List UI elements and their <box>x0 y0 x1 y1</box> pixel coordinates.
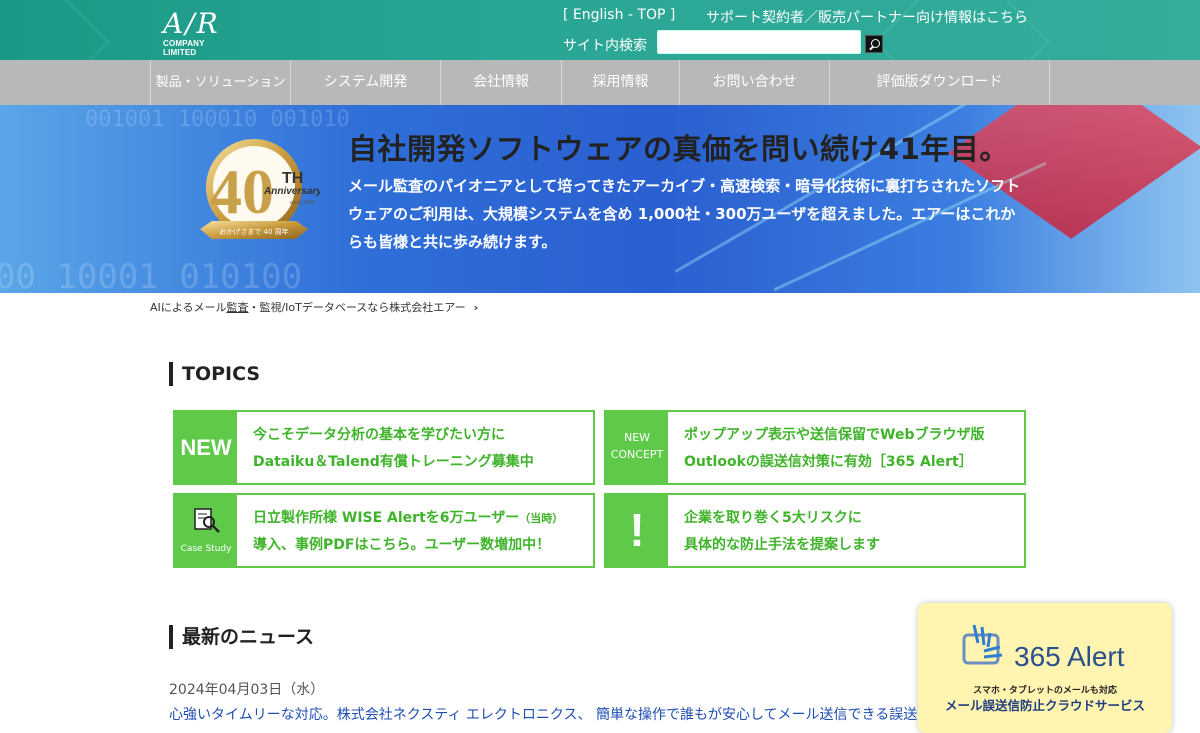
new-concept-label: NEW CONCEPT <box>606 412 668 483</box>
header-decoration <box>0 0 110 60</box>
badge-anniversary: Anniversary <box>263 186 320 197</box>
hero-title: 自社開発ソフトウェアの真価を問い続け41年目。 <box>348 132 1009 166</box>
nav-item-recruit[interactable]: 採用情報 <box>562 60 680 105</box>
nav-item-system-development[interactable]: システム開発 <box>291 60 441 105</box>
english-top-link[interactable]: [ English - TOP ] <box>563 7 675 23</box>
new-label: NEW <box>175 412 237 483</box>
breadcrumb-rest: ・監視/IoTデータベースなら株式会社エアー <box>248 301 466 314</box>
case-study-label: Case Study <box>175 495 237 566</box>
site-search-input[interactable] <box>657 30 861 54</box>
nav-item-contact[interactable]: お問い合わせ <box>680 60 830 105</box>
breadcrumb-link[interactable]: 監査 <box>226 301 248 314</box>
site-header: A/R COMPANY LIMITED [ English - TOP ] サポ… <box>0 0 1200 60</box>
topic-line: 具体的な防止手法を提案します <box>684 537 880 553</box>
topic-card[interactable]: NEW CONCEPT ポップアップ表示や送信保留でWebブラウザ版 Outlo… <box>604 410 1026 485</box>
news-heading: 最新のニュース <box>169 625 314 649</box>
badge-since: since 1983 <box>290 200 314 206</box>
topic-card[interactable]: Case Study 日立製作所様 WISE Alertを6万ユーザー（当時） … <box>173 493 595 568</box>
company-logo[interactable]: A/R COMPANY LIMITED <box>163 7 235 58</box>
topic-card[interactable]: NEW 今こそデータ分析の基本を学びたい方に Dataiku＆Talend有償ト… <box>173 410 595 485</box>
search-button[interactable] <box>865 35 883 53</box>
logo-mark: A/R <box>163 7 220 40</box>
365-alert-banner[interactable]: 365 Alert スマホ・タブレットのメールも対応 メール誤送信防止クラウドサ… <box>918 603 1172 733</box>
nav-item-company[interactable]: 会社情報 <box>441 60 562 105</box>
ad-main-text: メール誤送信防止クラウドサービス <box>944 698 1145 713</box>
hero-binary-bg: 001001 100010 001010 <box>85 107 350 132</box>
badge-th: TH <box>282 170 303 187</box>
topic-line: 企業を取り巻く5大リスクに <box>684 510 862 526</box>
main-nav: 製品・ソリューション システム開発 会社情報 採用情報 お問い合わせ 評価版ダウ… <box>0 60 1200 105</box>
search-label: サイト内検索 <box>563 38 647 54</box>
topic-line: 日立製作所様 WISE Alertを6万ユーザー（当時） <box>253 510 564 526</box>
hero-body: メール監査のパイオニアとして培ってきたアーカイブ・高速検索・暗号化技術に裏打ちさ… <box>348 177 1021 251</box>
topic-card[interactable]: ! 企業を取り巻く5大リスクに 具体的な防止手法を提案します <box>604 493 1026 568</box>
case-study-icon <box>194 508 220 533</box>
news-date: 2024年04月03日（水） <box>169 682 325 698</box>
nav-item-trial-download[interactable]: 評価版ダウンロード <box>830 60 1050 105</box>
breadcrumb: AIによるメール監査・監視/IoTデータベースなら株式会社エアー › <box>150 299 478 315</box>
topic-line: 導入、事例PDFはこちら。ユーザー数増加中！ <box>253 537 551 553</box>
news-item-link[interactable]: 心強いタイムリーな対応。株式会社ネクスティ エレクトロニクス、 簡単な操作で誰も… <box>169 704 949 724</box>
logo-subtitle: COMPANY LIMITED <box>163 39 205 57</box>
breadcrumb-prefix: AIによるメール <box>150 301 227 314</box>
topic-line: 今こそデータ分析の基本を学びたい方に <box>253 427 505 443</box>
nav-item-products[interactable]: 製品・ソリューション <box>150 60 291 105</box>
topic-line: Dataiku＆Talend有償トレーニング募集中 <box>253 454 534 470</box>
anniversary-badge: 40 TH Anniversary since 1983 おかげさまで 40 周… <box>200 139 320 239</box>
topics-heading: TOPICS <box>169 362 260 386</box>
ad-title: 365 Alert <box>1014 641 1125 672</box>
alert-logo-icon <box>962 624 1003 665</box>
partner-info-link[interactable]: サポート契約者／販売パートナー向け情報はこちら <box>706 7 1028 27</box>
badge-ribbon-text: おかげさまで 40 周年 <box>219 227 288 236</box>
topic-line: ポップアップ表示や送信保留でWebブラウザ版 <box>684 427 985 443</box>
chevron-right-icon: › <box>473 301 479 314</box>
hero-binary-bg: 00 10001 010100 <box>0 257 303 293</box>
topic-line: Outlookの誤送信対策に有効［365 Alert］ <box>684 454 973 470</box>
case-study-text: Case Study <box>180 544 232 554</box>
exclamation-icon: ! <box>606 495 668 566</box>
